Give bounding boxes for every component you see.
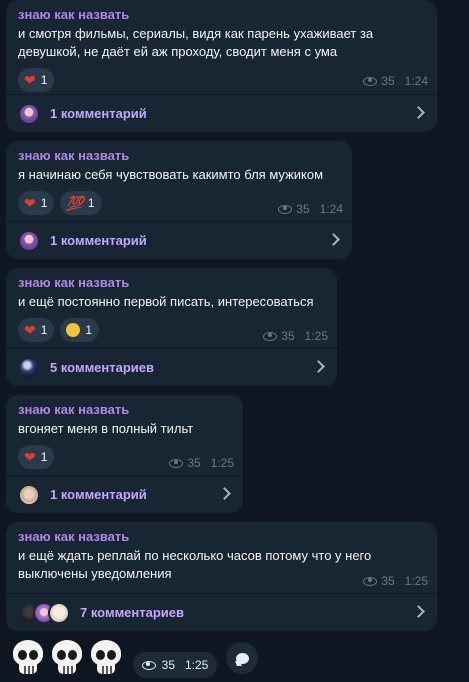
reaction-heart[interactable]: ❤ 1 [18,191,55,215]
heart-icon: ❤ [24,322,36,338]
reaction-hundred[interactable]: 💯 1 [60,191,102,215]
reaction-count: 1 [40,196,48,210]
reaction-count: 1 [40,73,48,87]
view-count: 35 [187,456,201,470]
message-bubble[interactable]: знаю как назвать вгоняет меня в полный т… [6,395,243,513]
message-time: 1:25 [304,329,328,343]
chevron-right-icon [412,106,425,119]
chevron-right-icon [312,360,325,373]
message-author[interactable]: знаю как назвать [18,148,340,164]
chevron-right-icon [327,233,340,246]
avatar [18,483,40,506]
message-time: 1:25 [185,658,209,672]
message-time: 1:24 [404,74,428,88]
sticker-message[interactable]: 35 1:25 [6,636,461,682]
message-meta: 35 1:24 [278,202,343,216]
message-bubble[interactable]: знаю как назвать я начинаю себя чувствов… [6,141,352,259]
comments-label: 1 комментарий [50,106,147,121]
message-author[interactable]: знаю как назвать [18,275,325,291]
skull-sticker [49,640,85,678]
skull-sticker [10,640,46,678]
eye-icon [363,576,378,586]
avatar [18,229,40,252]
message-meta: 35 1:25 [363,574,428,588]
comments-link[interactable]: 1 комментарий [6,94,437,132]
skull-sticker [88,640,124,678]
reaction-sad[interactable]: 1 [60,318,100,342]
eye-icon [363,76,378,86]
message-author[interactable]: знаю как назвать [18,7,425,23]
reaction-count: 1 [40,323,48,337]
avatar [18,102,40,125]
reaction-count: 1 [40,450,48,464]
message-meta: 35 1:24 [363,74,428,88]
avatar-stack [18,601,70,624]
comments-link[interactable]: 5 комментариев [6,348,337,386]
heart-icon: ❤ [24,449,36,465]
message-text: я начинаю себя чувствовать какимто бля м… [18,167,324,182]
comments-label: 1 комментарий [50,233,147,248]
message-time: 1:24 [319,202,343,216]
message-author[interactable]: знаю как назвать [18,529,425,545]
message-bubble[interactable]: знаю как назвать и ещё постоянно первой … [6,268,337,386]
message-author[interactable]: знаю как назвать [18,402,231,418]
reaction-count: 1 [87,196,95,210]
comments-label: 5 комментариев [50,360,155,375]
comments-link[interactable]: 1 комментарий [6,221,352,259]
comments-label: 1 комментарий [50,487,147,502]
comments-label: 7 комментариев [80,605,185,620]
reaction-heart[interactable]: ❤ 1 [18,68,55,92]
chevron-right-icon [218,487,231,500]
hundred-icon: 💯 [66,195,83,211]
avatar [18,356,40,379]
sticker-meta: 35 1:25 [133,652,217,678]
comments-link[interactable]: 1 комментарий [6,475,243,513]
heart-icon: ❤ [24,72,36,88]
heart-icon: ❤ [24,195,36,211]
avatar [48,601,70,624]
eye-icon [141,660,156,670]
sad-face-icon [66,323,81,337]
reaction-count: 1 [85,323,93,337]
message-meta: 35 1:25 [263,329,328,343]
message-text: и ещё постоянно первой писать, интересов… [18,294,314,309]
view-count: 35 [281,329,295,343]
message-time: 1:25 [404,574,428,588]
reaction-heart[interactable]: ❤ 1 [18,318,55,342]
view-count: 35 [381,74,395,88]
view-count: 35 [381,574,395,588]
message-text: и смотря фильмы, сериалы, видя как парен… [18,26,374,59]
reaction-heart[interactable]: ❤ 1 [18,445,55,469]
message-text: вгоняет меня в полный тильт [18,421,194,436]
eye-icon [278,204,293,214]
comments-link[interactable]: 7 комментариев [6,593,437,631]
view-count: 35 [296,202,310,216]
view-count: 35 [161,658,175,672]
message-bubble[interactable]: знаю как назвать и смотря фильмы, сериал… [6,0,437,132]
message-bubble[interactable]: знаю как назвать и ещё ждать реплай по н… [6,522,437,631]
eye-icon [263,331,278,341]
message-meta: 35 1:25 [169,456,234,470]
message-time: 1:25 [210,456,234,470]
eye-icon [169,458,184,468]
comment-icon [235,652,249,664]
chevron-right-icon [412,605,425,618]
comment-button[interactable] [226,642,258,674]
